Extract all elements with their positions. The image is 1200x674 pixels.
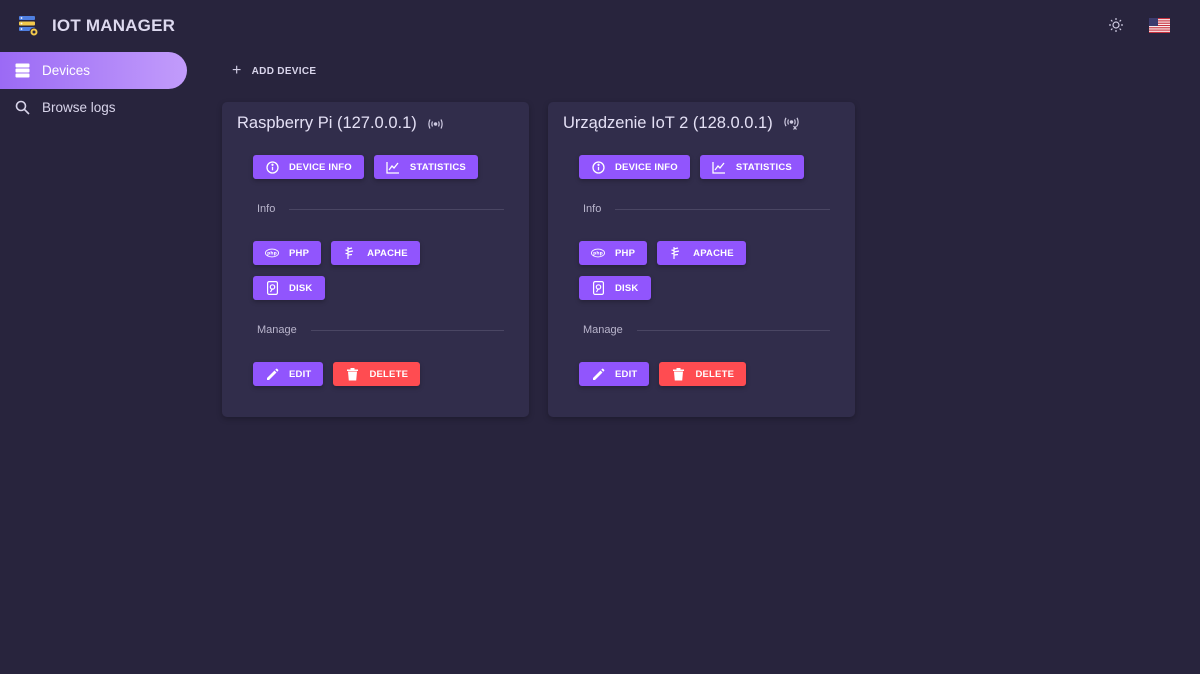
add-device-button[interactable]: + ADD DEVICE xyxy=(232,62,316,80)
sidebar-item-label: Browse logs xyxy=(42,100,116,115)
server-icon xyxy=(14,63,30,79)
trash-icon xyxy=(345,367,359,381)
info-buttons-row: php PHP APACHE xyxy=(579,241,746,265)
info-buttons-row-2: DISK xyxy=(579,276,651,300)
section-label: Manage xyxy=(583,324,623,336)
button-label: DELETE xyxy=(369,368,409,380)
manage-buttons-row: EDIT DELETE xyxy=(253,362,421,386)
php-button[interactable]: php PHP xyxy=(253,241,322,265)
delete-button[interactable]: DELETE xyxy=(333,362,421,386)
divider-line xyxy=(615,208,830,210)
app-logo-icon xyxy=(18,14,40,38)
trash-icon xyxy=(671,367,685,381)
apache-feather-icon xyxy=(343,246,357,260)
button-label: DISK xyxy=(615,282,639,294)
disk-button[interactable]: DISK xyxy=(579,276,651,300)
divider-line xyxy=(310,329,504,331)
info-section-divider: Info xyxy=(583,203,830,215)
device-title: Urządzenie IoT 2 (128.0.0.1) xyxy=(563,114,773,132)
button-label: APACHE xyxy=(367,247,408,259)
chart-line-icon xyxy=(712,160,726,174)
button-label: DEVICE INFO xyxy=(289,161,352,173)
button-label: PHP xyxy=(289,247,310,259)
button-label: STATISTICS xyxy=(735,161,792,173)
broadcast-signal-off-icon xyxy=(783,116,801,132)
apache-button[interactable]: APACHE xyxy=(657,241,746,265)
button-label: EDIT xyxy=(289,368,312,380)
device-title: Raspberry Pi (127.0.0.1) xyxy=(237,114,417,132)
pencil-icon xyxy=(591,367,605,381)
disk-button[interactable]: DISK xyxy=(253,276,325,300)
button-label: EDIT xyxy=(615,368,638,380)
device-card: Raspberry Pi (127.0.0.1) DEVICE INFO STA… xyxy=(222,102,529,417)
button-label: STATISTICS xyxy=(409,161,466,173)
svg-text:php: php xyxy=(267,251,277,257)
sidebar: Devices Browse logs xyxy=(0,52,188,126)
button-label: APACHE xyxy=(693,247,734,259)
divider-line xyxy=(289,208,504,210)
us-flag-icon[interactable] xyxy=(1148,15,1170,35)
manage-section-divider: Manage xyxy=(257,324,504,336)
manage-buttons-row: EDIT DELETE xyxy=(579,362,747,386)
edit-button[interactable]: EDIT xyxy=(579,362,650,386)
broadcast-signal-icon xyxy=(427,116,445,132)
section-label: Manage xyxy=(257,324,297,336)
app-root: IOT MANAGER Devices Browse logs + ADD DE… xyxy=(0,0,1200,674)
device-info-button[interactable]: DEVICE INFO xyxy=(253,155,364,179)
divider-line xyxy=(636,329,830,331)
button-label: DEVICE INFO xyxy=(615,161,678,173)
manage-section-divider: Manage xyxy=(583,324,830,336)
button-label: DELETE xyxy=(695,368,735,380)
chart-line-icon xyxy=(386,160,400,174)
sidebar-item-browse-logs[interactable]: Browse logs xyxy=(0,89,187,126)
harddisk-icon xyxy=(591,281,605,295)
add-device-label: ADD DEVICE xyxy=(251,65,317,77)
statistics-button[interactable]: STATISTICS xyxy=(373,155,478,179)
sidebar-item-label: Devices xyxy=(42,63,91,78)
pencil-icon xyxy=(265,367,279,381)
apache-feather-icon xyxy=(669,246,683,260)
info-section-divider: Info xyxy=(257,203,504,215)
php-icon: php xyxy=(265,246,279,260)
top-bar: IOT MANAGER xyxy=(0,0,1200,52)
device-card: Urządzenie IoT 2 (128.0.0.1) DEVICE INFO xyxy=(548,102,855,417)
search-icon xyxy=(14,100,30,116)
php-icon: php xyxy=(591,246,605,260)
brand[interactable]: IOT MANAGER xyxy=(18,14,175,38)
app-title: IOT MANAGER xyxy=(52,16,176,35)
statistics-button[interactable]: STATISTICS xyxy=(699,155,804,179)
sidebar-item-devices[interactable]: Devices xyxy=(0,52,187,89)
button-label: DISK xyxy=(289,282,313,294)
device-actions-row: DEVICE INFO STATISTICS xyxy=(253,155,478,179)
device-info-button[interactable]: DEVICE INFO xyxy=(579,155,690,179)
top-actions xyxy=(1106,15,1170,35)
harddisk-icon xyxy=(265,281,279,295)
section-label: Info xyxy=(583,203,602,215)
php-button[interactable]: php PHP xyxy=(579,241,648,265)
svg-text:php: php xyxy=(593,251,603,257)
edit-button[interactable]: EDIT xyxy=(253,362,324,386)
device-card-header: Raspberry Pi (127.0.0.1) xyxy=(237,114,445,133)
info-buttons-row: php PHP APACHE xyxy=(253,241,420,265)
sun-icon[interactable] xyxy=(1106,15,1126,35)
section-label: Info xyxy=(257,203,276,215)
delete-button[interactable]: DELETE xyxy=(659,362,747,386)
button-label: PHP xyxy=(615,247,636,259)
info-buttons-row-2: DISK xyxy=(253,276,325,300)
plus-icon: + xyxy=(232,62,242,79)
device-actions-row: DEVICE INFO STATISTICS xyxy=(579,155,804,179)
apache-button[interactable]: APACHE xyxy=(331,241,420,265)
device-card-header: Urządzenie IoT 2 (128.0.0.1) xyxy=(563,114,801,133)
info-circle-icon xyxy=(265,160,279,174)
info-circle-icon xyxy=(591,160,605,174)
